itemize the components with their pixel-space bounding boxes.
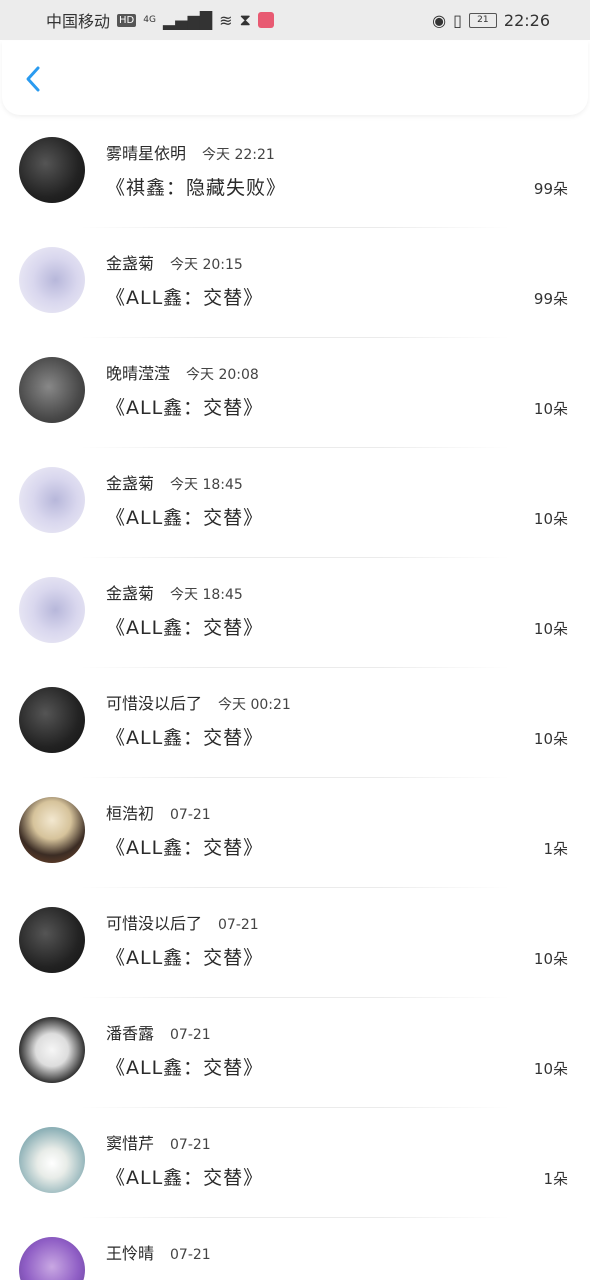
clock: 22:26 <box>503 10 550 30</box>
user-name: 桓浩初 <box>106 804 155 823</box>
avatar[interactable] <box>19 137 85 203</box>
work-title: 《ALL鑫：交替》 <box>106 1167 264 1189</box>
flower-count: 10朵 <box>533 620 568 638</box>
battery-level: 21 <box>477 15 489 25</box>
carrier-label: 中国移动 <box>46 12 111 31</box>
flower-count: 99朵 <box>533 180 568 198</box>
work-title: 《ALL鑫：交替》 <box>106 1057 264 1079</box>
avatar[interactable] <box>19 247 85 313</box>
name-line: 王怜晴 07-21 <box>106 1240 211 1264</box>
vibrate-icon: ▯ <box>453 10 462 30</box>
chevron-left-icon <box>26 66 40 92</box>
list-item[interactable]: 金盏菊 今天 20:15 《ALL鑫：交替》 99朵 <box>0 228 590 338</box>
name-line: 可惜没以后了 今天 00:21 <box>106 690 291 714</box>
name-line: 窦惜芹 07-21 <box>106 1130 211 1154</box>
timestamp: 今天 20:15 <box>170 257 243 273</box>
list-item[interactable]: 可惜没以后了 今天 00:21 《ALL鑫：交替》 10朵 <box>0 668 590 778</box>
list-item[interactable]: 潘香露 07-21 《ALL鑫：交替》 10朵 <box>0 998 590 1108</box>
user-name: 潘香露 <box>106 1024 155 1043</box>
hourglass-icon: ⧗ <box>239 10 251 29</box>
work-title: 《ALL鑫：交替》 <box>106 507 264 529</box>
eye-icon: ◉ <box>432 10 447 30</box>
hd-badge: HD <box>117 13 137 27</box>
timestamp: 07-21 <box>170 1027 211 1043</box>
status-right: ◉ ▯ 21 22:26 <box>432 11 550 30</box>
name-line: 雾晴星依明 今天 22:21 <box>106 140 275 164</box>
list-item[interactable]: 可惜没以后了 07-21 《ALL鑫：交替》 10朵 <box>0 888 590 998</box>
wifi-icon: ≋ <box>219 10 233 30</box>
avatar[interactable] <box>19 797 85 863</box>
name-line: 晚晴滢滢 今天 20:08 <box>106 360 259 384</box>
name-line: 金盏菊 今天 18:45 <box>106 580 243 604</box>
flower-count: 1朵 <box>543 1170 568 1188</box>
list-item[interactable]: 金盏菊 今天 18:45 《ALL鑫：交替》 10朵 <box>0 448 590 558</box>
list-item[interactable]: 金盏菊 今天 18:45 《ALL鑫：交替》 10朵 <box>0 558 590 668</box>
flower-count: 1朵 <box>543 840 568 858</box>
work-title: 《祺鑫：隐藏失败》 <box>106 177 287 199</box>
avatar[interactable] <box>19 1237 85 1280</box>
user-name: 金盏菊 <box>106 584 155 603</box>
avatar[interactable] <box>19 357 85 423</box>
gift-record-list: 雾晴星依明 今天 22:21 《祺鑫：隐藏失败》 99朵 金盏菊 今天 20:15 《ALL… <box>0 118 590 1280</box>
list-item[interactable]: 桓浩初 07-21 《ALL鑫：交替》 1朵 <box>0 778 590 888</box>
timestamp: 今天 18:45 <box>170 477 243 493</box>
name-line: 潘香露 07-21 <box>106 1020 211 1044</box>
battery-icon: 21 <box>468 12 497 28</box>
name-line: 桓浩初 07-21 <box>106 800 211 824</box>
user-name: 雾晴星依明 <box>106 144 187 163</box>
list-item[interactable]: 晚晴滢滢 今天 20:08 《ALL鑫：交替》 10朵 <box>0 338 590 448</box>
user-name: 窦惜芹 <box>106 1134 155 1153</box>
user-name: 金盏菊 <box>106 254 155 273</box>
list-item[interactable]: 雾晴星依明 今天 22:21 《祺鑫：隐藏失败》 99朵 <box>0 118 590 228</box>
avatar[interactable] <box>19 1017 85 1083</box>
avatar[interactable] <box>19 467 85 533</box>
app-notification-icon <box>257 12 274 28</box>
timestamp: 07-21 <box>170 807 211 823</box>
avatar[interactable] <box>19 1127 85 1193</box>
status-left: 中国移动 HD 4G ▂▄▆█ ≋ ⧗ <box>46 8 274 32</box>
flower-count: 10朵 <box>533 1060 568 1078</box>
flower-count: 10朵 <box>533 510 568 528</box>
timestamp: 07-21 <box>170 1137 211 1153</box>
avatar[interactable] <box>19 577 85 643</box>
user-name: 金盏菊 <box>106 474 155 493</box>
timestamp: 今天 20:08 <box>186 367 259 383</box>
avatar[interactable] <box>19 907 85 973</box>
back-button[interactable] <box>20 65 48 93</box>
network-label: 4G <box>143 15 156 25</box>
user-name: 可惜没以后了 <box>106 694 203 713</box>
flower-count: 10朵 <box>533 730 568 748</box>
work-title: 《ALL鑫：交替》 <box>106 837 264 859</box>
flower-count: 10朵 <box>533 400 568 418</box>
timestamp: 07-21 <box>218 917 259 933</box>
work-title: 《ALL鑫：交替》 <box>106 947 264 969</box>
flower-count: 99朵 <box>533 290 568 308</box>
avatar[interactable] <box>19 687 85 753</box>
user-name: 晚晴滢滢 <box>106 364 171 383</box>
work-title: 《ALL鑫：交替》 <box>106 617 264 639</box>
work-title: 《ALL鑫：交替》 <box>106 727 264 749</box>
signal-icon: ▂▄▆█ <box>162 10 213 30</box>
user-name: 王怜晴 <box>106 1244 155 1263</box>
name-line: 可惜没以后了 07-21 <box>106 910 259 934</box>
work-title: 《ALL鑫：交替》 <box>106 287 264 309</box>
top-bar <box>2 41 588 115</box>
timestamp: 今天 00:21 <box>218 697 291 713</box>
name-line: 金盏菊 今天 20:15 <box>106 250 243 274</box>
flower-count: 10朵 <box>533 950 568 968</box>
timestamp: 07-21 <box>170 1247 211 1263</box>
timestamp: 今天 18:45 <box>170 587 243 603</box>
timestamp: 今天 22:21 <box>202 147 275 163</box>
work-title: 《ALL鑫：交替》 <box>106 397 264 419</box>
name-line: 金盏菊 今天 18:45 <box>106 470 243 494</box>
user-name: 可惜没以后了 <box>106 914 203 933</box>
list-item[interactable]: 窦惜芹 07-21 《ALL鑫：交替》 1朵 <box>0 1108 590 1218</box>
list-item[interactable]: 王怜晴 07-21 <box>0 1218 590 1280</box>
status-bar: 中国移动 HD 4G ▂▄▆█ ≋ ⧗ ◉ ▯ 21 22:26 <box>0 0 590 40</box>
